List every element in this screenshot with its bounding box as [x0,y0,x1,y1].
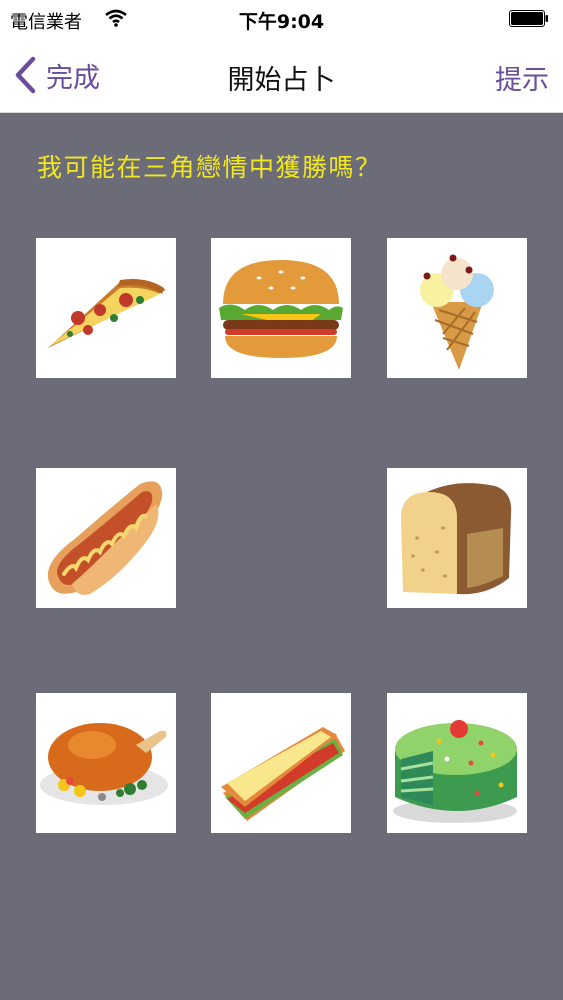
back-button[interactable]: 完成 [12,56,100,94]
battery-icon [509,10,548,27]
hot-dog-icon [47,481,163,595]
card-hamburger[interactable] [211,238,351,378]
card-pizza[interactable] [36,238,176,378]
sandwich-icon [221,727,345,821]
status-bar: 電信業者 下午9:04 [0,0,563,38]
card-roast-chicken[interactable] [36,693,176,833]
ice-cream-cone-icon [420,254,494,370]
hamburger-icon [219,260,343,358]
green-cake-icon [393,720,517,823]
pizza-slice-icon [48,279,166,348]
card-cake[interactable] [387,693,527,833]
bread-loaf-icon [401,483,512,595]
card-sandwich[interactable] [211,693,351,833]
card-ice-cream[interactable] [387,238,527,378]
back-button-label: 完成 [46,62,100,94]
hint-button[interactable]: 提示 [495,58,549,97]
navigation-bar: 完成 開始占卜 提示 [0,38,563,113]
status-time: 下午9:04 [238,11,325,33]
card-hot-dog[interactable] [36,468,176,608]
roast-chicken-icon [40,723,168,805]
card-bread[interactable] [387,468,527,608]
divination-board: 我可能在三角戀情中獲勝嗎？ [0,113,563,1000]
question-text: 我可能在三角戀情中獲勝嗎？ [37,153,382,182]
chevron-left-icon [15,56,36,94]
